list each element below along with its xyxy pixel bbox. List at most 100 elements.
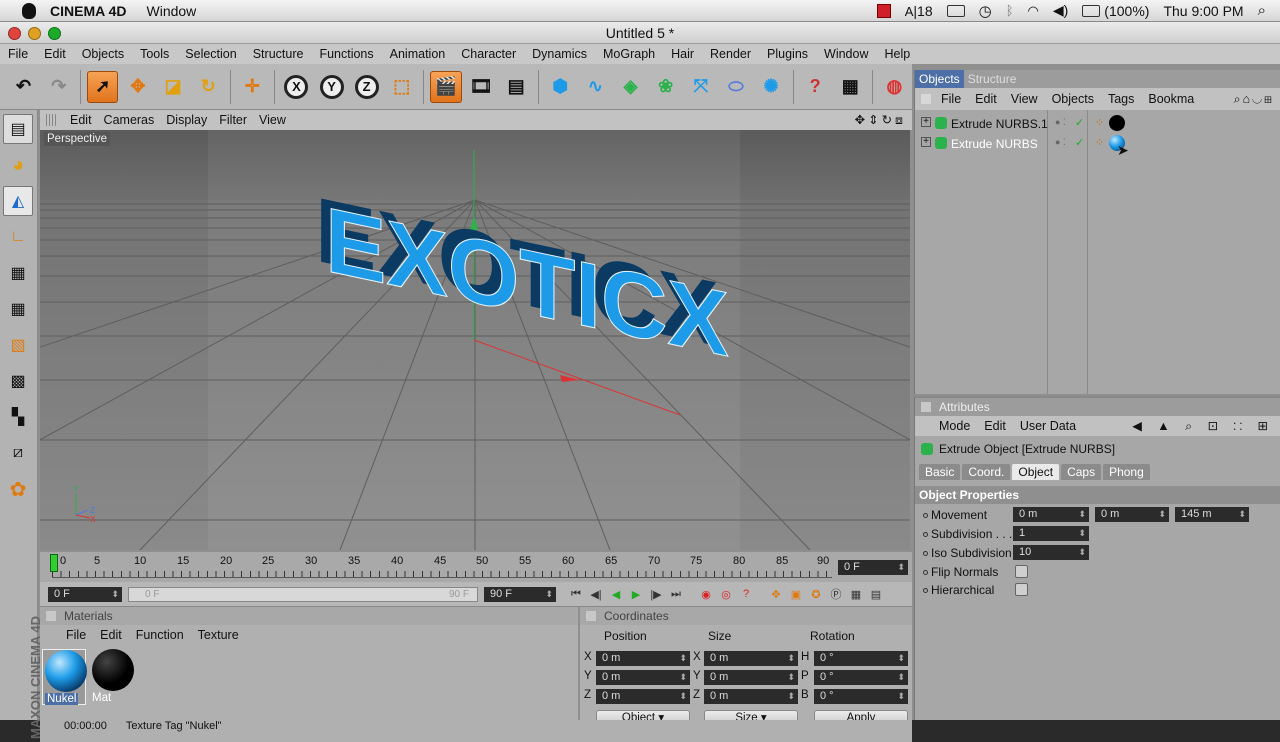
vp-menu-display[interactable]: Display <box>166 113 219 127</box>
minimize-window-button[interactable] <box>28 27 41 40</box>
close-window-button[interactable] <box>8 27 21 40</box>
frame-indicator[interactable]: A|18 <box>905 3 933 19</box>
start-frame-field[interactable]: 0 F <box>48 586 122 602</box>
x-axis-lock-button[interactable]: X <box>281 71 312 103</box>
status-app-icon[interactable] <box>876 3 891 18</box>
viewport-scene[interactable]: EXOTICX EXOTICX Y Z X <box>40 130 910 550</box>
menu-file[interactable]: File <box>0 47 36 61</box>
hierarchical-checkbox[interactable] <box>1015 583 1028 596</box>
vp-menu-view[interactable]: View <box>259 113 298 127</box>
attr-menu-mode[interactable]: Mode <box>939 419 970 433</box>
mat-menu-file[interactable]: File <box>66 628 86 642</box>
prev-frame-icon[interactable]: ◀| <box>587 586 605 602</box>
om-menu-bookmarks[interactable]: Bookma <box>1148 92 1194 106</box>
attr-toolbar-icons[interactable]: ◀ ▲ ⌕ ⊡ ⸬ ⊞ <box>1132 418 1274 434</box>
uv-mode-icon[interactable]: ▩ <box>3 366 33 396</box>
polygons-mode-icon[interactable]: ▧ <box>3 330 33 360</box>
key-scale-icon[interactable]: ▣ <box>787 586 805 602</box>
size-y-field[interactable]: 0 m <box>704 670 798 685</box>
menu-dynamics[interactable]: Dynamics <box>524 47 595 61</box>
apple-icon[interactable] <box>22 2 36 19</box>
volume-icon[interactable]: ◀) <box>1053 2 1068 19</box>
object-mode-icon[interactable]: ◭ <box>3 186 33 216</box>
current-frame-field[interactable]: 0 F <box>838 560 908 575</box>
position-y-field[interactable]: 0 m <box>596 670 690 685</box>
tab-caps[interactable]: Caps <box>1061 464 1102 480</box>
snap-icon[interactable]: ✿ <box>3 474 33 504</box>
movement-x-field[interactable]: 0 m <box>1013 507 1089 522</box>
tab-object[interactable]: Object <box>1012 464 1060 480</box>
position-z-field[interactable]: 0 m <box>596 689 690 704</box>
model-mode-icon[interactable]: ◕ <box>3 150 33 180</box>
attr-menu-edit[interactable]: Edit <box>984 419 1006 433</box>
bluetooth-icon[interactable]: ᛒ <box>1006 3 1014 18</box>
mograph-cloner-icon[interactable]: ❀ <box>650 71 681 103</box>
key-param-icon[interactable]: Ⓟ <box>827 586 845 602</box>
material-swatch-nukel[interactable]: Nukel <box>42 649 87 705</box>
menu-render[interactable]: Render <box>702 47 759 61</box>
menu-functions[interactable]: Functions <box>311 47 381 61</box>
clock[interactable]: Thu 9:00 PM <box>1163 3 1243 19</box>
anim-dot-icon[interactable] <box>923 588 928 593</box>
zoom-window-button[interactable] <box>48 27 61 40</box>
movement-y-field[interactable]: 0 m <box>1095 507 1169 522</box>
subdivision-field[interactable]: 1 <box>1013 526 1089 541</box>
anim-dot-icon[interactable] <box>923 570 928 575</box>
mac-menu-window[interactable]: Window <box>147 3 197 19</box>
move-tool-icon[interactable]: ✥ <box>122 71 153 103</box>
app-name[interactable]: CINEMA 4D <box>50 3 127 19</box>
iso-subdivision-field[interactable]: 10 <box>1013 545 1089 560</box>
menu-character[interactable]: Character <box>453 47 524 61</box>
anim-dot-icon[interactable] <box>923 532 928 537</box>
battery-status[interactable]: (100%) <box>1082 3 1149 19</box>
playhead[interactable] <box>50 554 58 572</box>
end-frame-field[interactable]: 90 F <box>484 586 556 602</box>
perspective-viewport[interactable]: EXOTICX EXOTICX Y Z X Perspective <box>40 130 910 550</box>
play-backward-icon[interactable]: ◀ <box>607 586 625 602</box>
time-machine-icon[interactable]: ◷ <box>979 2 992 20</box>
om-menu-objects[interactable]: Objects <box>1052 92 1094 106</box>
play-forward-icon[interactable]: ▶ <box>627 586 645 602</box>
check-icon[interactable]: ✓ <box>1075 136 1084 149</box>
tab-phong[interactable]: Phong <box>1103 464 1150 480</box>
y-axis-lock-button[interactable]: Y <box>316 71 347 103</box>
cube-icon[interactable]: ⬢ <box>545 71 576 103</box>
check-icon[interactable]: ✓ <box>1075 116 1084 129</box>
anim-dot-icon[interactable] <box>923 513 928 518</box>
texture-tag-icon[interactable]: ⁘ <box>1095 136 1104 149</box>
key-rotation-icon[interactable]: ✪ <box>807 586 825 602</box>
tab-structure[interactable]: Structure <box>964 70 1021 88</box>
deformer-icon[interactable]: ⤧ <box>685 71 716 103</box>
display-icon[interactable] <box>946 4 965 17</box>
size-x-field[interactable]: 0 m <box>704 651 798 666</box>
menu-window[interactable]: Window <box>816 47 876 61</box>
menu-plugins[interactable]: Plugins <box>759 47 816 61</box>
select-tool-icon[interactable]: ➚ <box>87 70 119 103</box>
rotation-p-field[interactable]: 0 ° <box>814 670 908 685</box>
record-icon[interactable]: ◉ <box>697 586 715 602</box>
size-z-field[interactable]: 0 m <box>704 689 798 704</box>
mat-menu-texture[interactable]: Texture <box>198 628 239 642</box>
workplane-icon[interactable]: ⧄ <box>3 438 33 468</box>
scale-tool-icon[interactable]: ◪ <box>158 71 189 103</box>
spotlight-icon[interactable]: ⌕ <box>1258 2 1266 19</box>
rotate-tool-icon[interactable]: ↻ <box>193 71 224 103</box>
go-start-icon[interactable]: ⏮ <box>567 586 585 602</box>
menu-edit[interactable]: Edit <box>36 47 74 61</box>
preview-range-slider[interactable]: 0 F 90 F <box>128 586 478 602</box>
menu-animation[interactable]: Animation <box>382 47 454 61</box>
position-x-field[interactable]: 0 m <box>596 651 690 666</box>
expand-icon[interactable]: + <box>921 137 931 147</box>
render-settings-icon[interactable]: ▤ <box>501 71 532 103</box>
layout-icon[interactable]: ▤ <box>3 114 33 144</box>
camera-icon[interactable]: ? <box>800 71 831 103</box>
checker-icon[interactable]: ▚ <box>3 402 33 432</box>
visibility-dots[interactable]: ● ⁚ <box>1055 117 1066 128</box>
wifi-icon[interactable]: ◠ <box>1028 3 1039 19</box>
movement-z-field[interactable]: 145 m <box>1175 507 1249 522</box>
om-toolbar-icons[interactable]: ⌕⌂◡⊞ <box>1234 92 1274 107</box>
timeline-settings-icon[interactable]: ▤ <box>867 586 885 602</box>
mat-menu-edit[interactable]: Edit <box>100 628 122 642</box>
next-frame-icon[interactable]: |▶ <box>647 586 665 602</box>
nurbs-icon[interactable]: ◈ <box>615 71 646 103</box>
